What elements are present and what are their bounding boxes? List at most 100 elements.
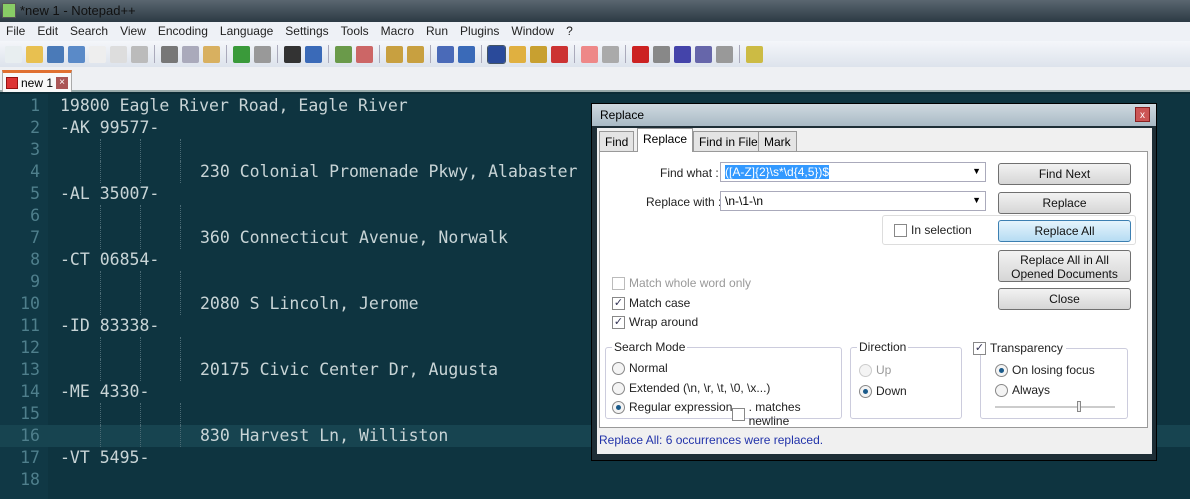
- regex-label: Regular expression: [629, 400, 733, 414]
- wrap-around-checkbox[interactable]: ✓ Wrap around: [612, 315, 698, 329]
- chevron-down-icon[interactable]: ▼: [972, 195, 981, 205]
- menu-run[interactable]: Run: [420, 22, 454, 41]
- transparency-slider[interactable]: [995, 401, 1115, 412]
- transparency-checkbox[interactable]: ✓ Transparency: [973, 341, 1066, 355]
- up-radio[interactable]: Up: [859, 363, 891, 377]
- copy-icon[interactable]: [182, 45, 199, 63]
- menu-macro[interactable]: Macro: [375, 22, 420, 41]
- menu-settings[interactable]: Settings: [279, 22, 334, 41]
- close-button[interactable]: Close: [998, 288, 1131, 310]
- extended-label: Extended (\n, \r, \t, \0, \x...): [629, 381, 771, 395]
- indent-guide: [100, 161, 101, 183]
- find-icon[interactable]: [284, 45, 301, 63]
- menu-search[interactable]: Search: [64, 22, 114, 41]
- match-case-checkbox[interactable]: ✓ Match case: [612, 296, 690, 310]
- indent-guide: [180, 227, 181, 249]
- indent-guide: [180, 205, 181, 227]
- regex-radio[interactable]: Regular expression: [612, 400, 732, 414]
- close-tab-icon[interactable]: ×: [56, 76, 69, 89]
- zoom-out-icon[interactable]: [356, 45, 373, 63]
- menu-edit[interactable]: Edit: [31, 22, 64, 41]
- zoom-in-icon[interactable]: [335, 45, 352, 63]
- menu-window[interactable]: Window: [505, 22, 560, 41]
- menu-file[interactable]: File: [0, 22, 31, 41]
- tab-replace[interactable]: Replace: [637, 128, 694, 152]
- chevron-down-icon[interactable]: ▼: [972, 166, 981, 176]
- save-icon[interactable]: [47, 45, 64, 63]
- replace-all-button[interactable]: Replace All: [998, 220, 1131, 242]
- editor-line[interactable]: 18: [0, 469, 1190, 491]
- indent-guide: [180, 293, 181, 315]
- word-wrap-icon[interactable]: [437, 45, 454, 63]
- line-number: 4: [30, 162, 40, 181]
- save-all-icon[interactable]: [68, 45, 85, 63]
- menu-plugins[interactable]: Plugins: [454, 22, 505, 41]
- replace-button[interactable]: Replace: [998, 192, 1131, 214]
- dot-matches-newline-checkbox[interactable]: . matches newline: [732, 400, 841, 428]
- tab-mark[interactable]: Mark: [758, 131, 797, 151]
- unsaved-icon: [6, 76, 18, 89]
- show-all-chars-icon[interactable]: [458, 45, 475, 63]
- play-multiple-icon[interactable]: [695, 45, 712, 63]
- line-text: 360 Connecticut Avenue, Norwalk: [200, 228, 508, 247]
- stop-icon[interactable]: [653, 45, 670, 63]
- folder-icon[interactable]: [581, 45, 598, 63]
- open-icon[interactable]: [26, 45, 43, 63]
- slider-thumb[interactable]: [1077, 401, 1081, 412]
- tab-find[interactable]: Find: [599, 131, 635, 151]
- record-icon[interactable]: [632, 45, 649, 63]
- toolbar-separator: [625, 45, 626, 63]
- menu-language[interactable]: Language: [214, 22, 279, 41]
- doc-map-icon[interactable]: [530, 45, 547, 63]
- close-icon[interactable]: x: [1135, 107, 1150, 122]
- line-text: -CT 06854-: [60, 250, 160, 269]
- indent-guide: [180, 337, 181, 359]
- close-all-icon[interactable]: [110, 45, 127, 63]
- undo-icon[interactable]: [233, 45, 250, 63]
- play-icon[interactable]: [674, 45, 691, 63]
- menu-encoding[interactable]: Encoding: [152, 22, 214, 41]
- indent-guide: [180, 271, 181, 293]
- print-icon[interactable]: [131, 45, 148, 63]
- function-list-icon[interactable]: [551, 45, 568, 63]
- run-icon[interactable]: [746, 45, 763, 63]
- line-text: -VT 5495-: [60, 448, 150, 467]
- line-number: 16: [20, 426, 40, 445]
- sync-v-icon[interactable]: [386, 45, 403, 63]
- replace-with-label: Replace with :: [646, 195, 722, 209]
- normal-label: Normal: [629, 361, 668, 375]
- menu-tools[interactable]: Tools: [335, 22, 375, 41]
- dialog-title-bar: Replace x: [592, 104, 1156, 126]
- redo-icon[interactable]: [254, 45, 271, 63]
- tab-new-1[interactable]: new 1 ×: [2, 70, 72, 92]
- udl-icon[interactable]: [509, 45, 526, 63]
- toolbar-separator: [574, 45, 575, 63]
- paste-icon[interactable]: [203, 45, 220, 63]
- close-icon[interactable]: [89, 45, 106, 63]
- menu-view[interactable]: View: [114, 22, 152, 41]
- on-losing-focus-radio[interactable]: On losing focus: [995, 363, 1095, 377]
- replace-with-input[interactable]: \n-\1-\n ▼: [720, 191, 986, 211]
- always-radio[interactable]: Always: [995, 383, 1050, 397]
- save-macro-icon[interactable]: [716, 45, 733, 63]
- indent-guide-icon[interactable]: [487, 44, 506, 64]
- always-label: Always: [1012, 383, 1051, 397]
- replace-icon[interactable]: [305, 45, 322, 63]
- monitor-icon[interactable]: [602, 45, 619, 63]
- find-next-button[interactable]: Find Next: [998, 163, 1131, 185]
- new-file-icon[interactable]: [5, 45, 22, 63]
- replace-all-opened-button[interactable]: Replace All in All Opened Documents: [998, 250, 1131, 282]
- indent-guide: [100, 337, 101, 359]
- cut-icon[interactable]: [161, 45, 178, 63]
- down-radio[interactable]: Down: [859, 384, 907, 398]
- normal-radio[interactable]: Normal: [612, 361, 668, 375]
- menu-[interactable]: ?: [560, 22, 579, 41]
- extended-radio[interactable]: Extended (\n, \r, \t, \0, \x...): [612, 381, 770, 395]
- line-number: 18: [20, 470, 40, 489]
- match-whole-word-checkbox[interactable]: Match whole word only: [612, 276, 751, 290]
- search-mode-group: Search Mode Normal Extended (\n, \r, \t,…: [605, 340, 842, 428]
- line-number: 15: [20, 404, 40, 423]
- in-selection-checkbox[interactable]: In selection: [894, 223, 972, 237]
- find-what-input[interactable]: ([A-Z]{2}\s*\d{4,5})$ ▼: [720, 162, 986, 182]
- sync-h-icon[interactable]: [407, 45, 424, 63]
